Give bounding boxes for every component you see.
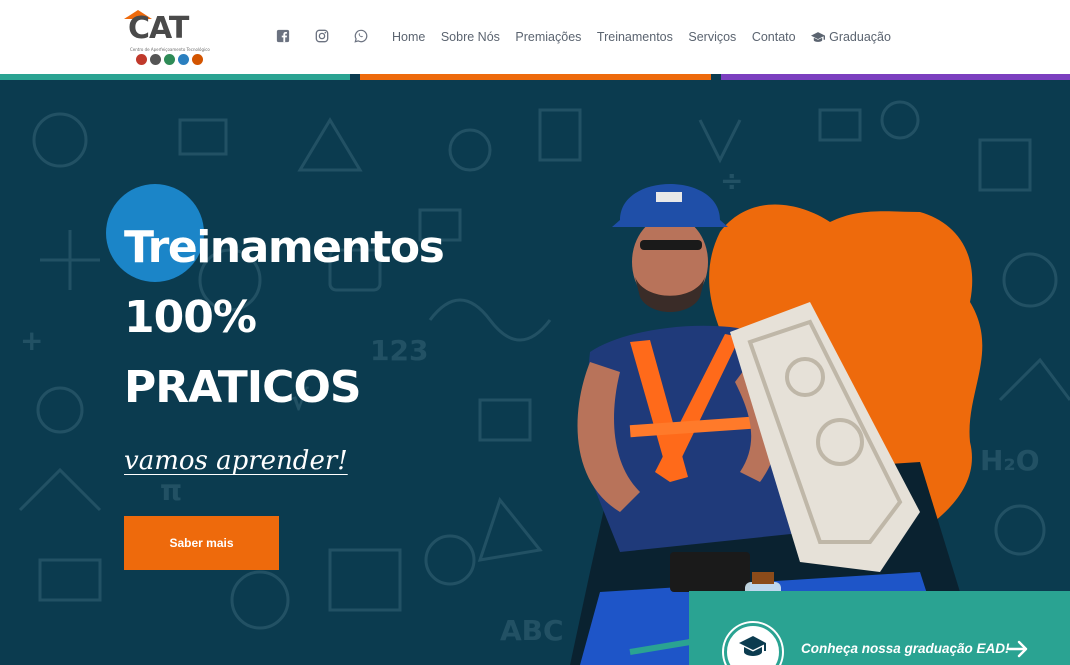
main-nav: Home Sobre Nós Premiações Treinamentos S… <box>392 27 906 47</box>
nav-premiacoes[interactable]: Premiações <box>515 30 581 44</box>
hero-banner: 123 ABC + ÷ H₂O π √ Treinamentos 100% PRATICO… <box>0 80 1070 665</box>
saber-mais-button[interactable]: Saber mais <box>124 516 279 570</box>
ead-link-text: Conheça nossa graduação EAD! <box>801 641 1010 656</box>
hero-title-line-1: Treinamentos <box>124 222 445 273</box>
logo-subtitle: Centro de Aperfeiçoamento Tecnológico <box>130 47 210 52</box>
svg-text:π: π <box>160 474 182 507</box>
hero-title-line-3: PRATICOS <box>124 362 362 413</box>
hero-tagline: vamos aprender! <box>124 446 348 476</box>
instagram-icon[interactable] <box>314 28 330 44</box>
facebook-icon[interactable] <box>275 28 291 44</box>
nav-home[interactable]: Home <box>392 30 425 44</box>
whatsapp-icon[interactable] <box>353 28 369 44</box>
site-header: CAT Centro de Aperfeiçoamento Tecnológic… <box>0 0 1070 74</box>
graduation-cap-icon <box>724 623 782 665</box>
cat-logo[interactable]: CAT Centro de Aperfeiçoamento Tecnológic… <box>122 8 218 68</box>
hero-title-line-2: 100% <box>124 292 257 343</box>
technician-photo <box>570 184 983 665</box>
ead-graduation-banner[interactable]: Conheça nossa graduação EAD! <box>689 591 1070 665</box>
nav-sobre-nos[interactable]: Sobre Nós <box>441 30 500 44</box>
svg-text:ABC: ABC <box>500 614 564 647</box>
nav-servicos[interactable]: Serviços <box>688 30 736 44</box>
nav-graduacao[interactable]: Graduação <box>811 30 891 44</box>
graduation-cap-icon <box>811 32 826 42</box>
nav-contato[interactable]: Contato <box>752 30 796 44</box>
logo-text: CAT <box>128 11 189 46</box>
nav-treinamentos[interactable]: Treinamentos <box>597 30 673 44</box>
nav-graduacao-label: Graduação <box>829 30 891 44</box>
svg-text:123: 123 <box>370 334 428 367</box>
arrow-right-icon <box>1007 640 1028 658</box>
logo-emblems <box>136 54 203 65</box>
svg-text:+: + <box>20 324 43 357</box>
